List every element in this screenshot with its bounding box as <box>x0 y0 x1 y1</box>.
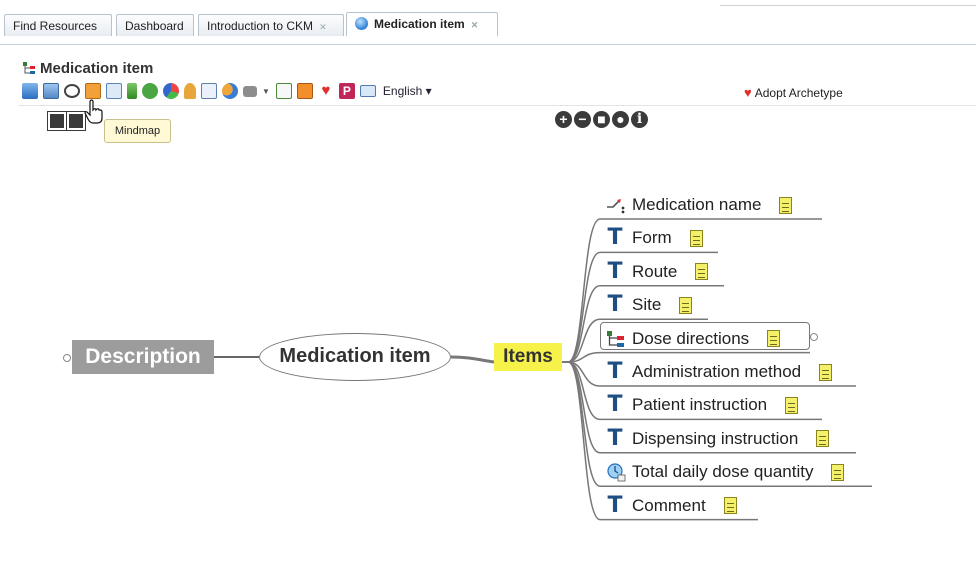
text-icon: T <box>607 492 623 518</box>
node-label: Items <box>503 346 553 367</box>
mindmap-node-items[interactable]: Items <box>494 343 562 371</box>
mindmap-leaf[interactable]: T Patient instruction <box>606 392 799 418</box>
note-icon[interactable] <box>831 463 845 481</box>
note-icon[interactable] <box>689 229 703 247</box>
leaf-label: Route <box>632 261 678 281</box>
mindmap-branch-line <box>567 285 601 363</box>
mindmap-leaf[interactable]: T Site <box>606 292 693 318</box>
text-icon: T <box>607 425 623 451</box>
leaf-label: Patient instruction <box>632 395 768 415</box>
cluster-icon <box>607 330 624 347</box>
text-icon: T <box>607 225 623 251</box>
mindmap-branch-line <box>567 251 601 363</box>
note-icon[interactable] <box>779 196 793 214</box>
mindmap-connectors <box>214 218 872 521</box>
quantity-icon <box>607 199 625 214</box>
quantity-icon <box>607 463 626 482</box>
mindmap-leaf[interactable]: Dose directions <box>606 326 781 352</box>
note-icon[interactable] <box>679 296 693 314</box>
leaf-label: Comment <box>632 495 706 515</box>
leaf-label: Form <box>632 228 672 248</box>
mindmap-leaf[interactable]: T Comment <box>606 493 737 519</box>
leaf-label: Dispensing instruction <box>632 428 799 448</box>
leaf-label: Administration method <box>632 362 802 381</box>
mindmap-node-description[interactable]: Description <box>72 340 214 374</box>
mindmap-leaf[interactable]: T Administration method <box>606 359 833 385</box>
node-label: Medication item <box>279 345 431 367</box>
text-icon: T <box>607 258 623 284</box>
mindmap-leaf[interactable]: T Route <box>606 258 709 285</box>
note-icon[interactable] <box>819 363 833 381</box>
mindmap-leaf[interactable]: Total daily dose quantity <box>606 459 845 485</box>
collapse-handle[interactable] <box>63 354 71 362</box>
text-icon: T <box>607 359 623 384</box>
text-icon: T <box>607 392 623 418</box>
leaf-label: Dose directions <box>632 328 750 348</box>
node-label: Description <box>85 345 201 368</box>
note-icon[interactable] <box>816 430 830 448</box>
mindmap-leaf[interactable]: Medication name <box>606 192 793 218</box>
leaf-label: Site <box>632 295 662 315</box>
mindmap-leaf[interactable]: T Form <box>606 225 703 251</box>
mindmap-branch-line <box>567 361 601 487</box>
note-icon[interactable] <box>767 330 781 348</box>
note-icon[interactable] <box>785 396 799 414</box>
note-icon[interactable] <box>695 263 709 281</box>
text-icon: T <box>607 292 623 318</box>
leaf-label: Medication name <box>632 195 762 214</box>
note-icon[interactable] <box>723 497 737 515</box>
leaf-label: Total daily dose quantity <box>632 462 814 482</box>
mindmap-node-medication-item[interactable]: Medication item <box>259 333 451 381</box>
mindmap-leaf[interactable]: T Dispensing instruction <box>606 425 830 452</box>
expand-handle[interactable] <box>810 333 818 341</box>
